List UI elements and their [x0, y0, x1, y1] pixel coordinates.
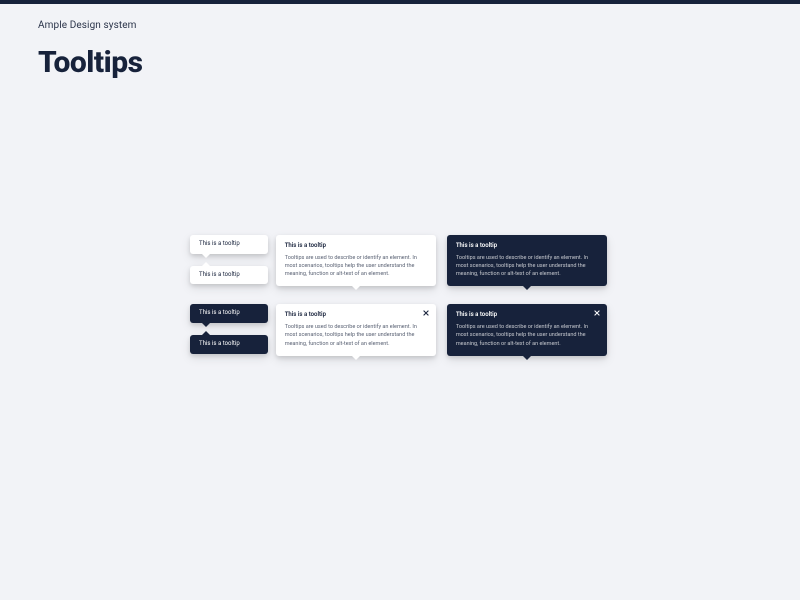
tooltip-row-light: This is a tooltip This is a tooltip This… [190, 235, 610, 286]
tooltip-text: This is a tooltip [199, 340, 240, 347]
tooltip-rich-dark-closable: This is a tooltip Tooltips are used to d… [447, 304, 607, 355]
caret-up-icon [202, 331, 210, 335]
tooltip-simple-light-arrow-top: This is a tooltip [190, 266, 268, 285]
tooltip-title: This is a tooltip [285, 311, 427, 320]
page-header: Ample Design system Tooltips [0, 4, 800, 80]
tooltip-rich-light-closable: This is a tooltip Tooltips are used to d… [276, 304, 436, 355]
tooltip-simple-light-arrow-bottom: This is a tooltip [190, 235, 268, 254]
tooltip-text: This is a tooltip [199, 240, 240, 247]
caret-up-icon [202, 262, 210, 266]
tooltip-body: Tooltips are used to describe or identif… [456, 254, 598, 279]
tooltip-simple-dark-arrow-bottom: This is a tooltip [190, 304, 268, 323]
tooltip-rich-light: This is a tooltip Tooltips are used to d… [276, 235, 436, 286]
tooltip-rich-dark: This is a tooltip Tooltips are used to d… [447, 235, 607, 286]
tooltip-text: This is a tooltip [199, 271, 240, 278]
caret-down-icon [202, 254, 210, 258]
tooltip-simple-dark-arrow-top: This is a tooltip [190, 335, 268, 354]
tooltip-body: Tooltips are used to describe or identif… [285, 254, 427, 279]
tooltip-row-dark: This is a tooltip This is a tooltip This… [190, 304, 610, 355]
breadcrumb: Ample Design system [38, 20, 762, 31]
tooltip-title: This is a tooltip [456, 311, 598, 320]
tooltip-body: Tooltips are used to describe or identif… [285, 323, 427, 348]
tooltip-title: This is a tooltip [285, 242, 427, 251]
close-icon[interactable] [422, 309, 430, 317]
page-title: Tooltips [38, 45, 762, 80]
caret-down-icon [523, 356, 531, 360]
caret-down-icon [523, 286, 531, 290]
caret-down-icon [202, 323, 210, 327]
tooltip-examples-canvas: This is a tooltip This is a tooltip This… [190, 235, 610, 374]
caret-down-icon [352, 286, 360, 290]
tooltip-title: This is a tooltip [456, 242, 598, 251]
tooltip-text: This is a tooltip [199, 309, 240, 316]
caret-down-icon [352, 356, 360, 360]
tooltip-body: Tooltips are used to describe or identif… [456, 323, 598, 348]
close-icon[interactable] [593, 309, 601, 317]
